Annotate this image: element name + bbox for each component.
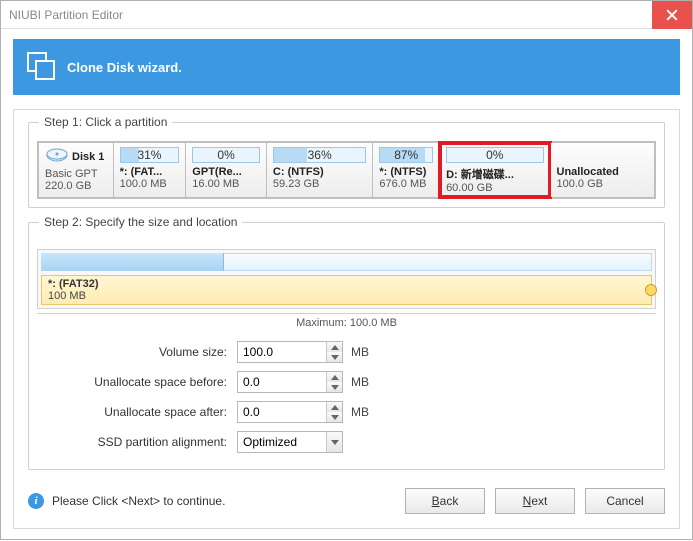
close-button[interactable] <box>652 1 692 29</box>
volume-size-label: Volume size: <box>37 345 237 359</box>
step2-box: Step 2: Specify the size and location *:… <box>28 222 665 470</box>
step1-label: Step 1: Click a partition <box>39 115 172 129</box>
next-button[interactable]: Next <box>495 488 575 514</box>
window-title: NIUBI Partition Editor <box>9 8 123 22</box>
ssd-alignment-label: SSD partition alignment: <box>37 435 237 449</box>
dialog-window: NIUBI Partition Editor Clone Disk wizard… <box>0 0 693 540</box>
clone-icon <box>25 50 57 85</box>
partition-0[interactable]: 31% *: (FAT... 100.0 MB <box>114 143 186 197</box>
partition-2[interactable]: 36% C: (NTFS) 59.23 GB <box>267 143 372 197</box>
disk-type: Basic GPT <box>45 168 107 180</box>
step2-label: Step 2: Specify the size and location <box>39 215 242 229</box>
spin-down-icon[interactable] <box>327 352 342 362</box>
space-before-label: Unallocate space before: <box>37 375 237 389</box>
volume-size-input[interactable] <box>237 341 343 363</box>
size-slider-container: *: (FAT32) 100 MB <box>37 249 656 309</box>
back-button[interactable]: Back <box>405 488 485 514</box>
disk-size: 220.0 GB <box>45 180 107 192</box>
partition-1[interactable]: 0% GPT(Re... 16.00 MB <box>186 143 266 197</box>
close-icon <box>666 9 678 21</box>
partition-5[interactable]: Unallocated 100.0 GB <box>551 143 654 197</box>
info-icon: i <box>28 493 44 509</box>
step1-box: Step 1: Click a partition Disk 1 Basic G… <box>28 122 665 208</box>
space-after-label: Unallocate space after: <box>37 405 237 419</box>
space-after-input[interactable] <box>237 401 343 423</box>
footer-hint: Please Click <Next> to continue. <box>52 494 225 508</box>
banner: Clone Disk wizard. <box>13 39 680 95</box>
slider-legend: *: (FAT32) 100 MB <box>41 275 652 305</box>
size-slider[interactable] <box>41 253 652 271</box>
partition-3[interactable]: 87% *: (NTFS) 676.0 MB <box>373 143 439 197</box>
disk-name: Disk 1 <box>72 151 104 163</box>
maximum-label: Maximum: 100.0 MB <box>37 313 656 329</box>
space-before-input[interactable] <box>237 371 343 393</box>
spin-up-icon[interactable] <box>327 342 342 352</box>
footer: i Please Click <Next> to continue. Back … <box>28 488 665 514</box>
slider-handle[interactable] <box>645 284 657 296</box>
ssd-alignment-select[interactable] <box>237 431 343 453</box>
partition-list: Disk 1 Basic GPT 220.0 GB 31% *: (FAT...… <box>37 141 656 199</box>
chevron-down-icon[interactable] <box>326 432 342 452</box>
banner-title: Clone Disk wizard. <box>67 60 182 75</box>
titlebar: NIUBI Partition Editor <box>1 1 692 29</box>
cancel-button[interactable]: Cancel <box>585 488 665 514</box>
disk-header: Disk 1 Basic GPT 220.0 GB <box>39 143 113 197</box>
partition-4-selected[interactable]: 0% D: 新增磁碟... 60.00 GB <box>440 143 549 197</box>
main-panel: Step 1: Click a partition Disk 1 Basic G… <box>13 109 680 529</box>
disk-icon <box>45 147 69 166</box>
size-form: Volume size: MB Unallocate space before: <box>37 341 656 453</box>
